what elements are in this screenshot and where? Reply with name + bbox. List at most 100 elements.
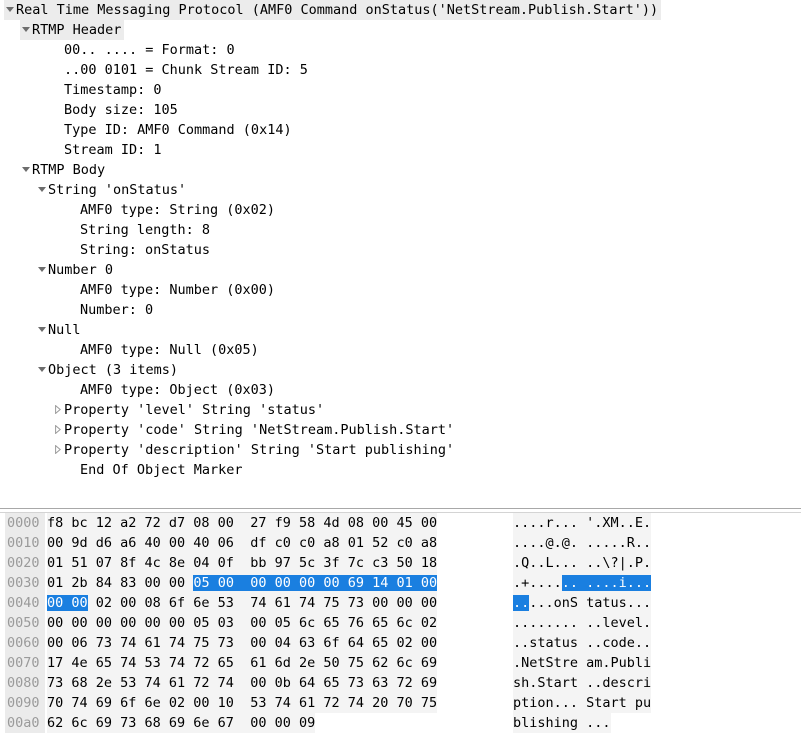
detail-tree-row-label: Real Time Messaging Protocol (AMF0 Comma… — [16, 2, 659, 18]
detail-tree-row-content: Body size: 105 — [52, 100, 181, 120]
hex-ascii: ..status ..code.. — [513, 633, 652, 653]
detail-tree-row-label: Object (3 items) — [48, 362, 179, 378]
hex-bytes: 62 6c 69 73 68 69 6e 67 00 00 09 — [47, 713, 316, 733]
hex-row[interactable]: 0000 f8 bc 12 a2 72 d7 08 00 27 f9 58 4d … — [0, 513, 801, 533]
detail-tree-row[interactable]: String length: 8 — [0, 220, 801, 240]
triangle-right-icon[interactable] — [52, 440, 64, 460]
detail-tree-row-content: Stream ID: 1 — [52, 140, 165, 160]
triangle-down-icon[interactable] — [20, 20, 32, 40]
detail-tree-row[interactable]: Property 'level' String 'status' — [0, 400, 801, 420]
detail-tree-row-label: String 'onStatus' — [48, 182, 187, 198]
hex-offset-label: 0020 — [5, 553, 45, 573]
detail-tree-row[interactable]: RTMP Header — [0, 20, 801, 40]
detail-tree-row-label: Stream ID: 1 — [64, 142, 162, 158]
detail-tree-row[interactable]: Null — [0, 320, 801, 340]
hex-row[interactable]: 0020 01 51 07 8f 4c 8e 04 0f bb 97 5c 3f … — [0, 553, 801, 573]
triangle-down-icon[interactable] — [36, 260, 48, 280]
hex-bytes: f8 bc 12 a2 72 d7 08 00 27 f9 58 4d 08 0… — [47, 513, 438, 533]
detail-tree-row[interactable]: Type ID: AMF0 Command (0x14) — [0, 120, 801, 140]
detail-tree-row[interactable]: Object (3 items) — [0, 360, 801, 380]
detail-tree-row-content: String: onStatus — [68, 240, 213, 260]
detail-tree-row-content: Property 'description' String 'Start pub… — [52, 440, 457, 460]
hex-row[interactable]: 0080 73 68 2e 53 74 61 72 74 00 0b 64 65 … — [0, 673, 801, 693]
detail-tree-row-label: ..00 0101 = Chunk Stream ID: 5 — [64, 62, 308, 78]
detail-tree-row[interactable]: Property 'description' String 'Start pub… — [0, 440, 801, 460]
triangle-down-icon[interactable] — [20, 160, 32, 180]
detail-tree-row[interactable]: Property 'code' String 'NetStream.Publis… — [0, 420, 801, 440]
hex-row[interactable]: 0040 00 00 02 00 08 6f 6e 53 74 61 74 75 … — [0, 593, 801, 613]
hex-offset-label: 00a0 — [5, 713, 45, 733]
detail-tree-row[interactable]: AMF0 type: Object (0x03) — [0, 380, 801, 400]
triangle-down-icon[interactable] — [36, 360, 48, 380]
hex-row[interactable]: 00a0 62 6c 69 73 68 69 6e 67 00 00 09 blis… — [0, 713, 801, 733]
hex-bytes: 70 74 69 6f 6e 02 00 10 53 74 61 72 74 2… — [47, 693, 438, 713]
detail-tree-row[interactable]: Real Time Messaging Protocol (AMF0 Comma… — [0, 0, 801, 20]
detail-tree-row[interactable]: Stream ID: 1 — [0, 140, 801, 160]
hex-row[interactable]: 0070 17 4e 65 74 53 74 72 65 61 6d 2e 50 … — [0, 653, 801, 673]
detail-tree-row-content: 00.. .... = Format: 0 — [52, 40, 238, 60]
hex-ascii: sh.Start ..descri — [513, 673, 652, 693]
detail-tree-row-content: AMF0 type: Null (0x05) — [68, 340, 262, 360]
detail-tree-row-label: String length: 8 — [80, 222, 211, 238]
hex-bytes: 17 4e 65 74 53 74 72 65 61 6d 2e 50 75 6… — [47, 653, 438, 673]
hex-offset-label: 0000 — [5, 513, 45, 533]
detail-tree-row[interactable]: String: onStatus — [0, 240, 801, 260]
detail-tree-row[interactable]: End Of Object Marker — [0, 460, 801, 480]
hex-ascii: ....r... '.XM..E. — [513, 513, 652, 533]
hex-bytes: 00 00 02 00 08 6f 6e 53 74 61 74 75 73 0… — [47, 593, 438, 613]
detail-tree-row-content: RTMP Body — [20, 160, 108, 180]
triangle-right-icon[interactable] — [52, 420, 64, 440]
hex-ascii: ption... Start pu — [513, 693, 652, 713]
hex-ascii: ........ ..level. — [513, 613, 652, 633]
hex-ascii: .Q..L... ..\?|.P. — [513, 553, 652, 573]
packet-bytes-pane[interactable]: 0000 f8 bc 12 a2 72 d7 08 00 27 f9 58 4d … — [0, 513, 801, 741]
hex-row[interactable]: 0060 00 06 73 74 61 74 75 73 00 04 63 6f … — [0, 633, 801, 653]
hex-row[interactable]: 0030 01 2b 84 83 00 00 05 00 00 00 00 00 … — [0, 573, 801, 593]
detail-tree-row-content: AMF0 type: Number (0x00) — [68, 280, 278, 300]
detail-tree-row-content: Object (3 items) — [36, 360, 181, 380]
hex-row[interactable]: 0010 00 9d d6 a6 40 00 40 06 df c0 c0 a8 … — [0, 533, 801, 553]
detail-tree-row-content: AMF0 type: String (0x02) — [68, 200, 278, 220]
hex-ascii: .NetStre am.Publi — [513, 653, 652, 673]
hex-bytes: 00 06 73 74 61 74 75 73 00 04 63 6f 64 6… — [47, 633, 438, 653]
detail-tree-row[interactable]: Timestamp: 0 — [0, 80, 801, 100]
detail-tree-row[interactable]: Number: 0 — [0, 300, 801, 320]
hex-row[interactable]: 0050 00 00 00 00 00 00 05 03 00 05 6c 65 … — [0, 613, 801, 633]
packet-detail-pane[interactable]: Real Time Messaging Protocol (AMF0 Comma… — [0, 0, 801, 508]
detail-tree-row-content: RTMP Header — [20, 20, 125, 40]
detail-tree-row-label: AMF0 type: Object (0x03) — [80, 382, 276, 398]
detail-tree-row[interactable]: 00.. .... = Format: 0 — [0, 40, 801, 60]
detail-tree-row-content: String length: 8 — [68, 220, 213, 240]
detail-tree-row-label: Number: 0 — [80, 302, 154, 318]
detail-tree-row-content: End Of Object Marker — [68, 460, 246, 480]
detail-tree-row[interactable]: AMF0 type: Null (0x05) — [0, 340, 801, 360]
detail-tree-row[interactable]: ..00 0101 = Chunk Stream ID: 5 — [0, 60, 801, 80]
triangle-down-icon[interactable] — [4, 0, 16, 20]
detail-tree-row-label: AMF0 type: Number (0x00) — [80, 282, 276, 298]
detail-tree-row[interactable]: AMF0 type: Number (0x00) — [0, 280, 801, 300]
detail-tree-row-content: ..00 0101 = Chunk Stream ID: 5 — [52, 60, 311, 80]
triangle-down-icon[interactable] — [36, 180, 48, 200]
triangle-right-icon[interactable] — [52, 400, 64, 420]
detail-tree-row[interactable]: AMF0 type: String (0x02) — [0, 200, 801, 220]
hex-row[interactable]: 0090 70 74 69 6f 6e 02 00 10 53 74 61 72 … — [0, 693, 801, 713]
detail-tree-row-content: Type ID: AMF0 Command (0x14) — [52, 120, 295, 140]
detail-tree-row[interactable]: RTMP Body — [0, 160, 801, 180]
triangle-down-icon[interactable] — [36, 320, 48, 340]
hex-bytes: 00 9d d6 a6 40 00 40 06 df c0 c0 a8 01 5… — [47, 533, 438, 553]
detail-tree-row-content: Null — [36, 320, 84, 340]
detail-tree-row[interactable]: String 'onStatus' — [0, 180, 801, 200]
detail-tree-row-label: 00.. .... = Format: 0 — [64, 42, 235, 58]
detail-tree-row[interactable]: Number 0 — [0, 260, 801, 280]
detail-tree-row-label: Body size: 105 — [64, 102, 178, 118]
detail-tree-row[interactable]: Body size: 105 — [0, 100, 801, 120]
hex-bytes: 01 51 07 8f 4c 8e 04 0f bb 97 5c 3f 7c c… — [47, 553, 438, 573]
